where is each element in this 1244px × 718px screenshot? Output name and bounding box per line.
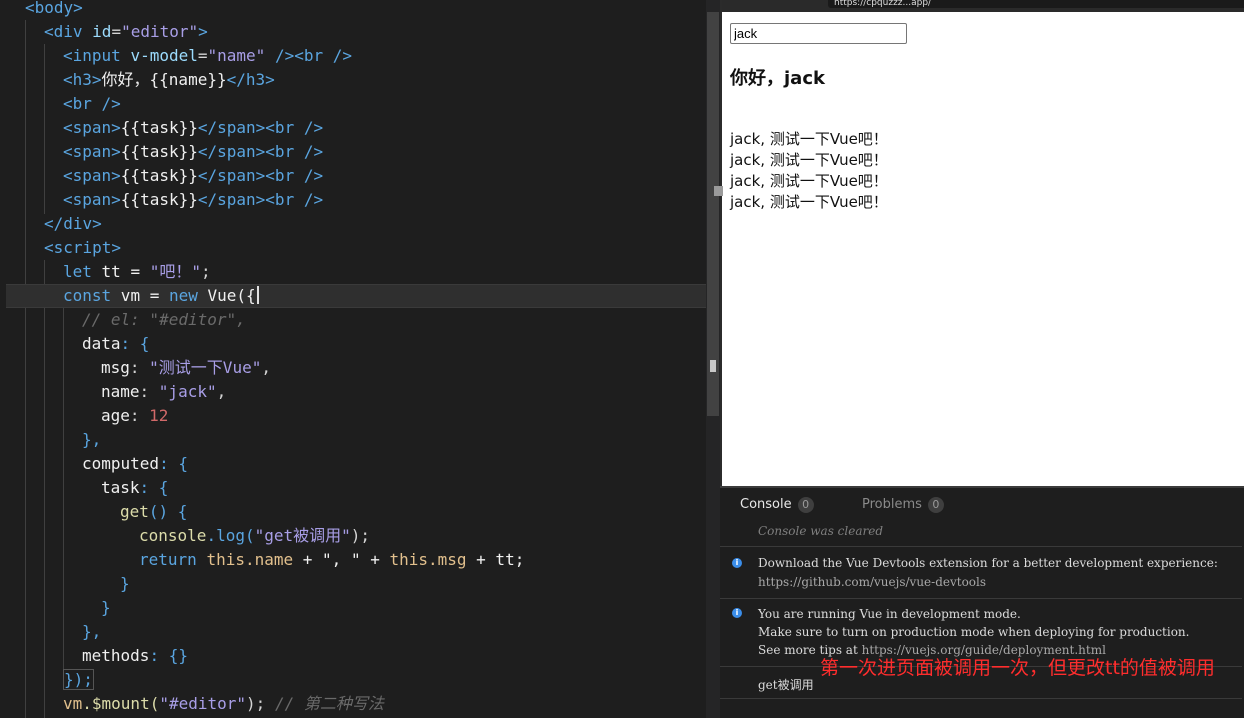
code-token: }, <box>82 622 102 641</box>
code-token: const vm = new Vue({ <box>63 285 259 307</box>
divider <box>720 598 1242 599</box>
code-line-14[interactable]: // el: "#editor", <box>0 308 706 332</box>
code-token: } <box>101 598 111 617</box>
tab-label: Console <box>740 497 792 512</box>
code-line-10[interactable]: </div> <box>0 212 706 236</box>
address-bar: https://cpquzzz...app/ <box>722 0 1244 12</box>
code-line-29[interactable]: }); <box>0 668 706 692</box>
code-line-16[interactable]: msg: "测试一下Vue", <box>0 356 706 380</box>
console-cleared-message: Console was cleared <box>758 524 884 538</box>
code-token: <body> <box>25 0 83 17</box>
code-token: <br /> <box>63 94 121 113</box>
greeting-heading: 你好，jack <box>730 68 825 89</box>
code-editor[interactable]: <body> <div id="editor"> <input v-model=… <box>0 0 720 718</box>
info-icon: i <box>732 608 742 618</box>
code-line-12[interactable]: let tt = "吧！"; <box>0 260 706 284</box>
code-line-6[interactable]: <span>{{task}}</span><br /> <box>0 116 706 140</box>
pane-resize-handle[interactable] <box>714 186 723 196</box>
code-line-5[interactable]: <br /> <box>0 92 706 116</box>
code-line-7[interactable]: <span>{{task}}</span><br /> <box>0 140 706 164</box>
code-line-11[interactable]: <script> <box>0 236 706 260</box>
address-url[interactable]: https://cpquzzz...app/ <box>828 0 1244 8</box>
code-token: <span>{{task}}</span><br /> <box>63 142 324 161</box>
code-token: age: 12 <box>101 406 169 425</box>
code-line-13-active[interactable]: const vm = new Vue({ <box>6 284 706 308</box>
code-token: <script> <box>44 238 122 257</box>
console-message: Make sure to turn on production mode whe… <box>758 625 1190 639</box>
code-token: let tt = "吧！"; <box>63 262 211 281</box>
code-token: <h3>你好，{{name}}</h3> <box>63 70 275 89</box>
code-token: computed: { <box>82 454 188 473</box>
code-token: return this.name + ", " + this.msg + tt; <box>139 550 525 569</box>
code-comment: // el: "#editor", <box>82 310 246 329</box>
code-line-30[interactable]: vm.$mount("#editor"); // 第二种写法 <box>0 692 706 716</box>
code-token: data: { <box>82 334 150 353</box>
code-token: <span>{{task}}</span><br /> <box>63 118 324 137</box>
tab-label: Problems <box>862 497 922 512</box>
code-token: <span>{{task}}</span><br /> <box>63 166 324 185</box>
count-badge: 0 <box>927 497 944 513</box>
code-line-21[interactable]: task: { <box>0 476 706 500</box>
editor-scrollbar-thumb[interactable] <box>707 12 719 416</box>
divider <box>720 546 1242 547</box>
code-token: console.log("get被调用"); <box>139 526 371 545</box>
code-token: name: "jack", <box>101 382 227 401</box>
task-text: jack, 测试一下Vue吧！ <box>730 172 888 190</box>
code-line-4[interactable]: <h3>你好，{{name}}</h3> <box>0 68 706 92</box>
code-token: </div> <box>44 214 102 233</box>
count-badge: 0 <box>797 497 814 513</box>
console-message: Download the Vue Devtools extension for … <box>758 556 1218 570</box>
task-text: jack, 测试一下Vue吧！ <box>730 193 888 211</box>
devtools-panel: Console 0 Problems 0 Console was cleared i… <box>720 486 1244 718</box>
code-token: }); <box>63 669 94 690</box>
annotation-text: 第一次进页面被调用一次，但更改tt的值被调用 <box>820 657 1215 679</box>
code-line-27[interactable]: }, <box>0 620 706 644</box>
code-token: <span>{{task}}</span><br /> <box>63 190 324 209</box>
code-token: vm.$mount("#editor"); // 第二种写法 <box>63 694 384 713</box>
code-token: } <box>120 574 130 593</box>
code-line-3[interactable]: <input v-model="name" /><br /> <box>0 44 706 68</box>
task-text: jack, 测试一下Vue吧！ <box>730 151 888 169</box>
code-token: <div id="editor"> <box>44 22 208 41</box>
tab-console[interactable]: Console 0 <box>740 496 814 514</box>
scrollbar-marker <box>710 360 716 372</box>
code-line-26[interactable]: } <box>0 596 706 620</box>
code-token: get() { <box>120 502 188 521</box>
code-line-20[interactable]: computed: { <box>0 452 706 476</box>
code-line-18[interactable]: age: 12 <box>0 404 706 428</box>
info-icon: i <box>732 558 742 568</box>
console-log-output: get被调用 <box>758 678 814 692</box>
code-line-9[interactable]: <span>{{task}}</span><br /> <box>0 188 706 212</box>
code-line-8[interactable]: <span>{{task}}</span><br /> <box>0 164 706 188</box>
divider <box>720 698 1242 699</box>
code-line-17[interactable]: name: "jack", <box>0 380 706 404</box>
code-line-19[interactable]: }, <box>0 428 706 452</box>
tab-problems[interactable]: Problems 0 <box>862 496 944 514</box>
code-token: <input v-model="name" /><br /> <box>63 46 353 65</box>
code-line-1[interactable]: <body> <box>0 0 706 20</box>
code-line-24[interactable]: return this.name + ", " + this.msg + tt; <box>0 548 706 572</box>
console-message: You are running Vue in development mode. <box>758 607 1021 621</box>
task-text: jack, 测试一下Vue吧！ <box>730 130 888 148</box>
code-line-15[interactable]: data: { <box>0 332 706 356</box>
code-line-2[interactable]: <div id="editor"> <box>0 20 706 44</box>
code-token: }, <box>82 430 102 449</box>
text-cursor <box>256 286 259 304</box>
code-line-23[interactable]: console.log("get被调用"); <box>0 524 706 548</box>
console-link[interactable]: https://github.com/vuejs/vue-devtools <box>758 575 986 589</box>
code-token: task: { <box>101 478 169 497</box>
name-input[interactable] <box>730 23 907 44</box>
code-line-25[interactable]: } <box>0 572 706 596</box>
code-token: methods: {} <box>82 646 188 665</box>
code-line-28[interactable]: methods: {} <box>0 644 706 668</box>
code-line-22[interactable]: get() { <box>0 500 706 524</box>
code-token: msg: "测试一下Vue", <box>101 358 271 377</box>
